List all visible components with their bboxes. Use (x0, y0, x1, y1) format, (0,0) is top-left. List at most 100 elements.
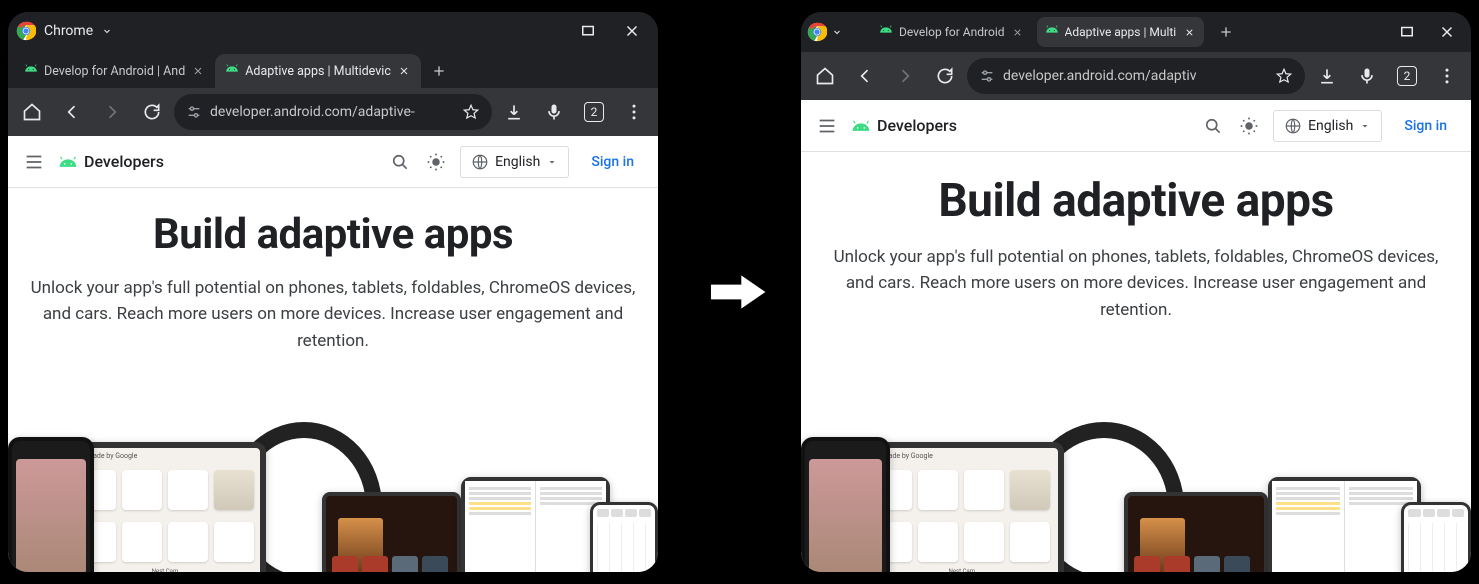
close-window-button[interactable] (1429, 18, 1465, 46)
close-window-button[interactable] (614, 17, 650, 45)
url-text: developer.android.com/adaptive- (210, 104, 454, 120)
new-tab-button[interactable] (1212, 18, 1240, 46)
browser-window-left: Chrome Develop for Android | And Ada (8, 12, 658, 572)
globe-icon (471, 153, 489, 171)
download-icon[interactable] (1309, 58, 1345, 94)
tab-strip: Develop for Android | And Adaptive apps … (8, 50, 658, 88)
hero-subtitle: Unlock your app's full potential on phon… (30, 275, 636, 354)
android-head-icon (851, 120, 871, 132)
device-tablet (1124, 492, 1268, 572)
hero-section: Build adaptive apps Unlock your app's fu… (801, 152, 1471, 572)
android-head-icon (58, 156, 78, 168)
android-icon (24, 64, 38, 78)
android-icon (879, 25, 893, 39)
android-icon (1045, 25, 1059, 39)
language-selector[interactable]: English (460, 146, 569, 178)
maximize-button[interactable] (1389, 18, 1425, 46)
download-icon[interactable] (496, 94, 532, 130)
transition-arrow-icon (705, 266, 775, 318)
chevron-down-icon (1359, 120, 1371, 132)
tab-title: Develop for Android | And (44, 64, 185, 79)
back-button[interactable] (54, 94, 90, 130)
address-bar[interactable]: developer.android.com/adaptiv (967, 58, 1305, 94)
window-titlebar: Develop for Android Adaptive apps | Mult… (801, 12, 1471, 52)
device-foldable (461, 477, 610, 572)
reload-button[interactable] (927, 58, 963, 94)
device-phone-small (590, 502, 658, 572)
hero-title: Build adaptive apps (938, 174, 1333, 228)
search-icon[interactable] (1201, 114, 1225, 138)
device-phone (8, 437, 94, 572)
tab-adaptive-apps[interactable]: Adaptive apps | Multi (1037, 17, 1205, 47)
overflow-menu-icon[interactable] (1429, 58, 1465, 94)
bookmark-star-icon[interactable] (462, 103, 480, 121)
maximize-button[interactable] (570, 17, 606, 45)
address-bar[interactable]: developer.android.com/adaptive- (174, 94, 492, 130)
signin-link[interactable]: Sign in (581, 148, 644, 176)
tab-switch-button[interactable]: 2 (1389, 58, 1425, 94)
device-laptop: ←Made by Google Nest Cam£89.99 (64, 442, 266, 572)
reload-button[interactable] (134, 94, 170, 130)
site-header: Developers English Sign in (801, 100, 1471, 152)
tab-develop-for-android[interactable]: Develop for Android (871, 17, 1033, 47)
new-tab-button[interactable] (425, 57, 453, 85)
forward-button (887, 58, 923, 94)
chrome-icon (807, 22, 827, 42)
forward-button (94, 94, 130, 130)
back-button[interactable] (847, 58, 883, 94)
language-label: English (495, 154, 540, 170)
developers-logo[interactable]: Developers (58, 152, 164, 171)
tab-title: Develop for Android (899, 25, 1005, 39)
tab-title: Adaptive apps | Multi (1065, 25, 1177, 39)
site-settings-icon[interactable] (979, 68, 995, 84)
device-tablet (322, 492, 462, 572)
tab-title: Adaptive apps | Multidevic (245, 64, 391, 79)
device-laptop: ←Made by Google Nest Cam£89.99 (860, 442, 1065, 572)
developers-logo[interactable]: Developers (851, 116, 957, 135)
site-settings-icon[interactable] (186, 104, 202, 120)
device-foldable (1268, 477, 1421, 572)
android-icon (225, 64, 239, 78)
chrome-icon (16, 21, 36, 41)
page-content: Developers English Sign in Build adaptiv… (801, 100, 1471, 572)
language-label: English (1308, 118, 1353, 134)
voice-search-icon[interactable] (536, 94, 572, 130)
bookmark-star-icon[interactable] (1275, 67, 1293, 85)
hamburger-menu-icon[interactable] (22, 150, 46, 174)
brand-text: Developers (877, 116, 957, 135)
close-tab-icon[interactable] (191, 64, 205, 78)
tab-adaptive-apps[interactable]: Adaptive apps | Multidevic (215, 54, 421, 88)
signin-link[interactable]: Sign in (1394, 112, 1457, 140)
tab-count: 2 (584, 102, 604, 122)
chevron-down-icon[interactable] (831, 26, 843, 38)
browser-window-right: Develop for Android Adaptive apps | Mult… (801, 12, 1471, 572)
page-content: Developers English Sign in Build adaptiv… (8, 136, 658, 572)
globe-icon (1284, 117, 1302, 135)
close-tab-icon[interactable] (1182, 25, 1196, 39)
close-tab-icon[interactable] (1011, 25, 1025, 39)
tab-switch-button[interactable]: 2 (576, 94, 612, 130)
hero-subtitle: Unlock your app's full potential on phon… (826, 244, 1446, 323)
theme-toggle-icon[interactable] (1237, 114, 1261, 138)
browser-toolbar: developer.android.com/adaptive- 2 (8, 88, 658, 136)
device-phone (801, 437, 890, 572)
home-button[interactable] (14, 94, 50, 130)
url-text: developer.android.com/adaptiv (1003, 68, 1267, 84)
hero-devices-image: ←Made by Google Nest Cam£89.99 (8, 402, 658, 572)
theme-toggle-icon[interactable] (424, 150, 448, 174)
overflow-menu-icon[interactable] (616, 94, 652, 130)
hero-title: Build adaptive apps (153, 210, 513, 259)
device-phone-small (1401, 502, 1471, 572)
home-button[interactable] (807, 58, 843, 94)
hero-devices-image: ←Made by Google Nest Cam£89.99 (801, 402, 1471, 572)
window-titlebar: Chrome (8, 12, 658, 50)
close-tab-icon[interactable] (397, 64, 411, 78)
hero-section: Build adaptive apps Unlock your app's fu… (8, 188, 658, 572)
voice-search-icon[interactable] (1349, 58, 1385, 94)
app-name: Chrome (44, 23, 93, 39)
tab-develop-for-android[interactable]: Develop for Android | And (14, 54, 215, 88)
chevron-down-icon[interactable] (101, 25, 113, 37)
hamburger-menu-icon[interactable] (815, 114, 839, 138)
search-icon[interactable] (388, 150, 412, 174)
language-selector[interactable]: English (1273, 110, 1382, 142)
